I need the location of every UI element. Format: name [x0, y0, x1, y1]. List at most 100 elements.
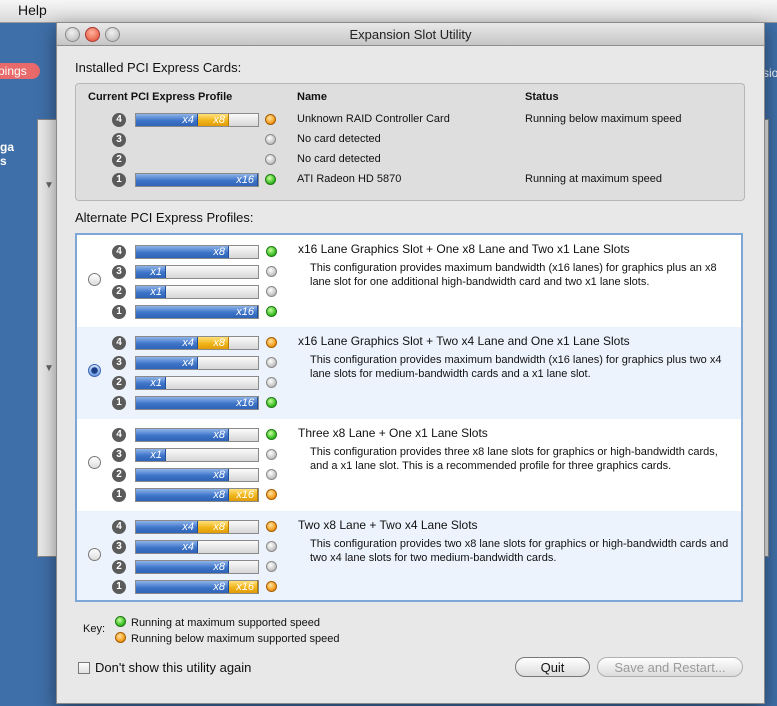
status-led-gray-icon: [266, 266, 277, 277]
lane-bar: x8 x16: [135, 580, 259, 594]
status-led-gray-icon: [265, 134, 276, 145]
profile-option-1[interactable]: 4 x8 3 x1 2 x1 1 x16 x16 Lane Graphics S…: [77, 235, 741, 327]
status-led-gray-icon: [266, 469, 277, 480]
card-status: Running below maximum speed: [525, 113, 682, 125]
lane-segment-x1: x1: [136, 286, 166, 298]
status-led-orange-icon: [266, 337, 277, 348]
lane-bar: x4 x8: [135, 520, 259, 534]
disclosure-triangle-icon: ▼: [44, 180, 54, 191]
status-led-gray-icon: [266, 286, 277, 297]
save-and-restart-button[interactable]: Save and Restart...: [597, 657, 743, 677]
lane-bar: x8 x16: [135, 488, 259, 502]
status-led-gray-icon: [265, 154, 276, 165]
table-row: 1 x16 ATI Radeon HD 5870 Running at maxi…: [76, 172, 742, 188]
lane-segment-x8: x8: [136, 581, 229, 593]
lane-bar: x8: [135, 468, 259, 482]
key-label: Key:: [83, 623, 106, 635]
lane-segment-x4: x4: [136, 541, 198, 553]
slot-number-badge: 4: [112, 245, 126, 259]
slot-number-badge: 2: [112, 468, 126, 482]
status-led-orange-icon: [266, 489, 277, 500]
key-orange-text: Running below maximum supported speed: [131, 633, 340, 645]
lane-bar: x8: [135, 428, 259, 442]
profile-title: x16 Lane Graphics Slot + Two x4 Lane and…: [298, 334, 630, 348]
dont-show-label[interactable]: Don't show this utility again: [95, 660, 251, 675]
status-led-gray-icon: [266, 541, 277, 552]
slot-number-badge: 1: [112, 305, 126, 319]
lane-segment-x16: x16: [136, 397, 258, 409]
slot-number-badge: 4: [112, 336, 126, 350]
card-name: ATI Radeon HD 5870: [297, 173, 402, 185]
background-text-left: ga s: [0, 140, 14, 168]
table-row: 4 x4 x8 Unknown RAID Controller Card Run…: [76, 112, 742, 128]
slot-number-badge: 1: [112, 173, 126, 187]
disclosure-triangle-icon: ▼: [44, 363, 54, 374]
status-led-gray-icon: [266, 449, 277, 460]
status-led-green-icon: [115, 616, 126, 627]
lane-bar: x1: [135, 376, 259, 390]
lane-segment-x1: x1: [136, 449, 166, 461]
profile-title: Three x8 Lane + One x1 Lane Slots: [298, 426, 488, 440]
lane-bar: x1: [135, 448, 259, 462]
profile-description: This configuration provides maximum band…: [310, 262, 717, 288]
status-led-orange-icon: [265, 114, 276, 125]
slot-number-badge: 4: [112, 113, 126, 127]
slot-number-badge: 1: [112, 580, 126, 594]
lane-segment-x16: x16: [229, 489, 258, 501]
lane-bar: x8: [135, 560, 259, 574]
profile-title: x16 Lane Graphics Slot + One x8 Lane and…: [298, 242, 630, 256]
menu-help[interactable]: Help: [18, 2, 47, 18]
status-led-gray-icon: [266, 561, 277, 572]
profile-radio-2[interactable]: [88, 364, 101, 377]
lane-segment-x8: x8: [198, 337, 229, 349]
title-bar[interactable]: Expansion Slot Utility: [57, 23, 764, 46]
header-status: Status: [525, 91, 559, 103]
profile-radio-4[interactable]: [88, 548, 101, 561]
lane-segment-x4: x4: [136, 357, 198, 369]
profile-radio-1[interactable]: [88, 273, 101, 286]
quit-button[interactable]: Quit: [515, 657, 590, 677]
lane-bar: x4 x8: [135, 113, 259, 127]
profile-option-4[interactable]: 4 x4 x8 3 x4 2 x8 1 x8 x16 Two x8 Lane +…: [77, 511, 741, 600]
lane-bar: x16: [135, 305, 259, 319]
card-status: Running at maximum speed: [525, 173, 662, 185]
lane-bar: x16: [135, 396, 259, 410]
status-led-gray-icon: [266, 357, 277, 368]
lane-segment-x8: x8: [198, 114, 229, 126]
key-green: Running at maximum supported speed: [115, 615, 320, 629]
slot-number-badge: 2: [112, 153, 126, 167]
lane-segment-x8: x8: [136, 246, 229, 258]
slot-number-badge: 1: [112, 396, 126, 410]
header-name: Name: [297, 91, 327, 103]
installed-cards-table: Current PCI Express Profile Name Status …: [75, 83, 745, 201]
background-badge: pings: [0, 63, 40, 79]
card-name: No card detected: [297, 133, 381, 145]
background-text-right: sio: [763, 66, 777, 80]
slot-number-badge: 2: [112, 285, 126, 299]
profile-description: This configuration provides two x8 lane …: [310, 538, 729, 564]
lane-bar: x4 x8: [135, 336, 259, 350]
lane-segment-x16: x16: [229, 581, 258, 593]
dont-show-checkbox[interactable]: [78, 662, 90, 674]
slot-number-badge: 3: [112, 265, 126, 279]
installed-section-label: Installed PCI Express Cards:: [75, 60, 242, 75]
lane-segment-x8: x8: [198, 521, 229, 533]
profile-radio-3[interactable]: [88, 456, 101, 469]
lane-segment-x1: x1: [136, 377, 166, 389]
status-led-green-icon: [265, 174, 276, 185]
slot-number-badge: 3: [112, 540, 126, 554]
lane-segment-x4: x4: [136, 337, 198, 349]
lane-segment-x16: x16: [136, 174, 258, 186]
table-row: 2 No card detected: [76, 152, 742, 168]
slot-number-badge: 1: [112, 488, 126, 502]
alternate-profiles-list: 4 x8 3 x1 2 x1 1 x16 x16 Lane Graphics S…: [75, 233, 743, 602]
slot-number-badge: 2: [112, 560, 126, 574]
status-led-green-icon: [266, 397, 277, 408]
profile-option-2[interactable]: 4 x4 x8 3 x4 2 x1 1 x16 x16 Lane Graphic…: [77, 327, 741, 419]
lane-bar: x1: [135, 265, 259, 279]
slot-number-badge: 2: [112, 376, 126, 390]
status-led-orange-icon: [266, 581, 277, 592]
profile-option-3[interactable]: 4 x8 3 x1 2 x8 1 x8 x16 Three x8 Lane + …: [77, 419, 741, 511]
slot-number-badge: 3: [112, 448, 126, 462]
lane-segment-x8: x8: [136, 469, 229, 481]
